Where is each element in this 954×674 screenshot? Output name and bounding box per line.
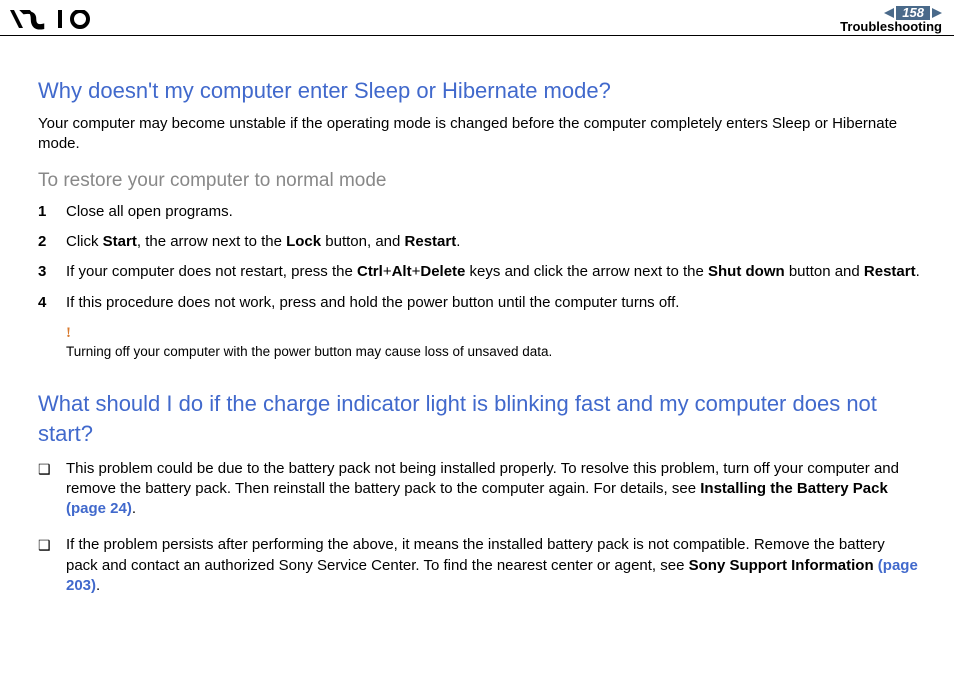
step-num: 1 xyxy=(38,202,66,222)
step-text: If this procedure does not work, press a… xyxy=(66,293,920,313)
step-num: 2 xyxy=(38,232,66,252)
step-text: Click Start, the arrow next to the Lock … xyxy=(66,232,920,252)
step-2: 2 Click Start, the arrow next to the Loc… xyxy=(38,232,920,252)
question-1-title: Why doesn't my computer enter Sleep or H… xyxy=(38,76,920,106)
bullet-icon: ❑ xyxy=(38,535,66,555)
list-item: ❑ If the problem persists after performi… xyxy=(38,535,920,596)
bullet-text: This problem could be due to the battery… xyxy=(66,459,920,520)
list-item: ❑ This problem could be due to the batte… xyxy=(38,459,920,520)
page-nav[interactable]: 158 xyxy=(884,6,942,20)
step-3: 3 If your computer does not restart, pre… xyxy=(38,262,920,282)
warning-icon: ! xyxy=(66,323,920,343)
step-4: 4 If this procedure does not work, press… xyxy=(38,293,920,313)
question-2-title: What should I do if the charge indicator… xyxy=(38,389,920,448)
question-1-subhead: To restore your computer to normal mode xyxy=(38,168,920,194)
content-area: Why doesn't my computer enter Sleep or H… xyxy=(0,36,954,596)
step-1: 1 Close all open programs. xyxy=(38,202,920,222)
bullet-text: If the problem persists after performing… xyxy=(66,535,920,596)
warning-text: Turning off your computer with the power… xyxy=(66,343,920,361)
question-2-bullets: ❑ This problem could be due to the batte… xyxy=(38,459,920,597)
page-number: 158 xyxy=(896,6,930,20)
section-label: Troubleshooting xyxy=(840,20,942,34)
step-text: Close all open programs. xyxy=(66,202,920,222)
step-num: 3 xyxy=(38,262,66,282)
next-page-icon[interactable] xyxy=(932,8,942,18)
question-1-intro: Your computer may become unstable if the… xyxy=(38,114,920,155)
page-indicator: 158 Troubleshooting xyxy=(840,6,942,34)
restore-steps-list: 1 Close all open programs. 2 Click Start… xyxy=(38,202,920,313)
step-text: If your computer does not restart, press… xyxy=(66,262,920,282)
vaio-logo xyxy=(10,10,102,30)
page-link[interactable]: (page 24) xyxy=(66,500,132,517)
bullet-icon: ❑ xyxy=(38,459,66,479)
page-header: 158 Troubleshooting xyxy=(0,0,954,36)
step-num: 4 xyxy=(38,293,66,313)
prev-page-icon[interactable] xyxy=(884,8,894,18)
